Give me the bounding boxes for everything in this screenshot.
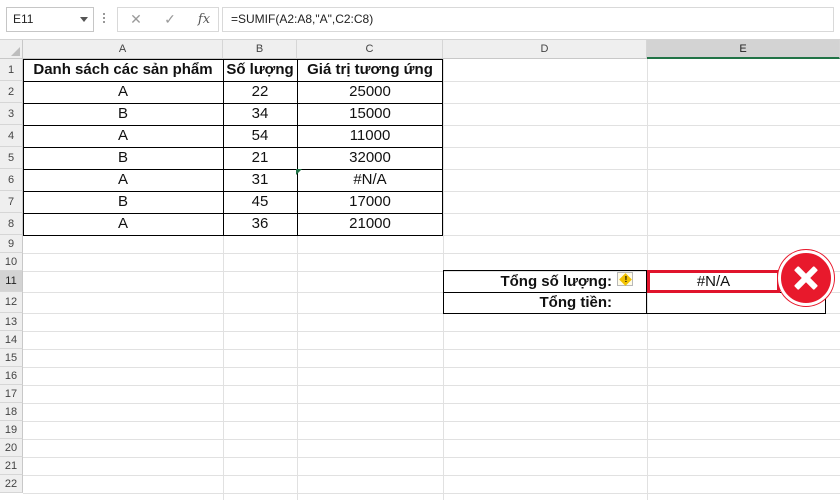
row-header-5[interactable]: 5 (0, 147, 23, 169)
row-header-13[interactable]: 13 (0, 313, 23, 331)
row-header-21[interactable]: 21 (0, 457, 23, 475)
cell-a5[interactable]: B (23, 147, 223, 169)
cell-a2[interactable]: A (23, 81, 223, 103)
cell-a8[interactable]: A (23, 213, 223, 235)
row-header-15[interactable]: 15 (0, 349, 23, 367)
cell-c2[interactable]: 25000 (297, 81, 443, 103)
cell-c5[interactable]: 32000 (297, 147, 443, 169)
cell-a3[interactable]: B (23, 103, 223, 125)
cell-c3[interactable]: 15000 (297, 103, 443, 125)
cell-c7[interactable]: 17000 (297, 191, 443, 213)
row-header-17[interactable]: 17 (0, 385, 23, 403)
row-header-8[interactable]: 8 (0, 213, 23, 235)
cell-b1[interactable]: Số lượng (223, 59, 297, 81)
cell-c4[interactable]: 11000 (297, 125, 443, 147)
cell-a1[interactable]: Danh sách các sản phẩm (23, 59, 223, 81)
warning-diamond-icon[interactable]: ! (617, 272, 633, 286)
row-header-16[interactable]: 16 (0, 367, 23, 385)
row-header-2[interactable]: 2 (0, 81, 23, 103)
error-indicator-triangle (296, 169, 302, 175)
cell-b4[interactable]: 54 (223, 125, 297, 147)
row-header-14[interactable]: 14 (0, 331, 23, 349)
formula-input[interactable]: =SUMIF(A2:A8,"A",C2:C8) (222, 7, 834, 32)
column-header-a[interactable]: A (23, 40, 223, 59)
chevron-down-icon[interactable] (80, 17, 88, 22)
cell-b8[interactable]: 36 (223, 213, 297, 235)
drag-handle-icon[interactable] (101, 11, 107, 29)
cell-b5[interactable]: 21 (223, 147, 297, 169)
column-header-d[interactable]: D (443, 40, 647, 59)
row-header-9[interactable]: 9 (0, 235, 23, 253)
name-box-value: E11 (13, 12, 34, 26)
row-header-3[interactable]: 3 (0, 103, 23, 125)
row-header-12[interactable]: 12 (0, 292, 23, 313)
cell-d12[interactable]: Tổng tiền: (444, 292, 612, 313)
cell-c8[interactable]: 21000 (297, 213, 443, 235)
cell-a4[interactable]: A (23, 125, 223, 147)
cell-d11[interactable]: Tổng số lượng: (444, 271, 612, 292)
row-header-6[interactable]: 6 (0, 169, 23, 191)
row-header-19[interactable]: 19 (0, 421, 23, 439)
cell-c1[interactable]: Giá trị tương ứng (297, 59, 443, 81)
column-header-e[interactable]: E (647, 40, 840, 59)
cell-e11[interactable]: #N/A (650, 272, 777, 291)
cell-b2[interactable]: 22 (223, 81, 297, 103)
row-header-20[interactable]: 20 (0, 439, 23, 457)
cancel-icon[interactable]: ✕ (124, 8, 148, 31)
row-header-11[interactable]: 11 (0, 271, 23, 292)
row-header-22[interactable]: 22 (0, 475, 23, 493)
cell-b7[interactable]: 45 (223, 191, 297, 213)
select-all-button[interactable] (0, 40, 23, 59)
row-header-10[interactable]: 10 (0, 253, 23, 271)
cell-a7[interactable]: B (23, 191, 223, 213)
cell-b3[interactable]: 34 (223, 103, 297, 125)
insert-function-icon[interactable]: fx (192, 8, 216, 31)
name-box[interactable]: E11 (6, 7, 94, 32)
formula-bar: E11 ✕ ✓ fx =SUMIF(A2:A8,"A",C2:C8) (0, 0, 840, 40)
column-header-b[interactable]: B (223, 40, 297, 59)
cell-a6[interactable]: A (23, 169, 223, 191)
x-circle-icon (778, 250, 834, 306)
formula-buttons: ✕ ✓ fx (117, 7, 219, 32)
column-header-c[interactable]: C (297, 40, 443, 59)
cell-b6[interactable]: 31 (223, 169, 297, 191)
row-header-7[interactable]: 7 (0, 191, 23, 213)
row-header-1[interactable]: 1 (0, 59, 23, 81)
row-header-18[interactable]: 18 (0, 403, 23, 421)
enter-icon[interactable]: ✓ (158, 8, 182, 31)
row-header-4[interactable]: 4 (0, 125, 23, 147)
cell-c6[interactable]: #N/A (297, 169, 443, 191)
